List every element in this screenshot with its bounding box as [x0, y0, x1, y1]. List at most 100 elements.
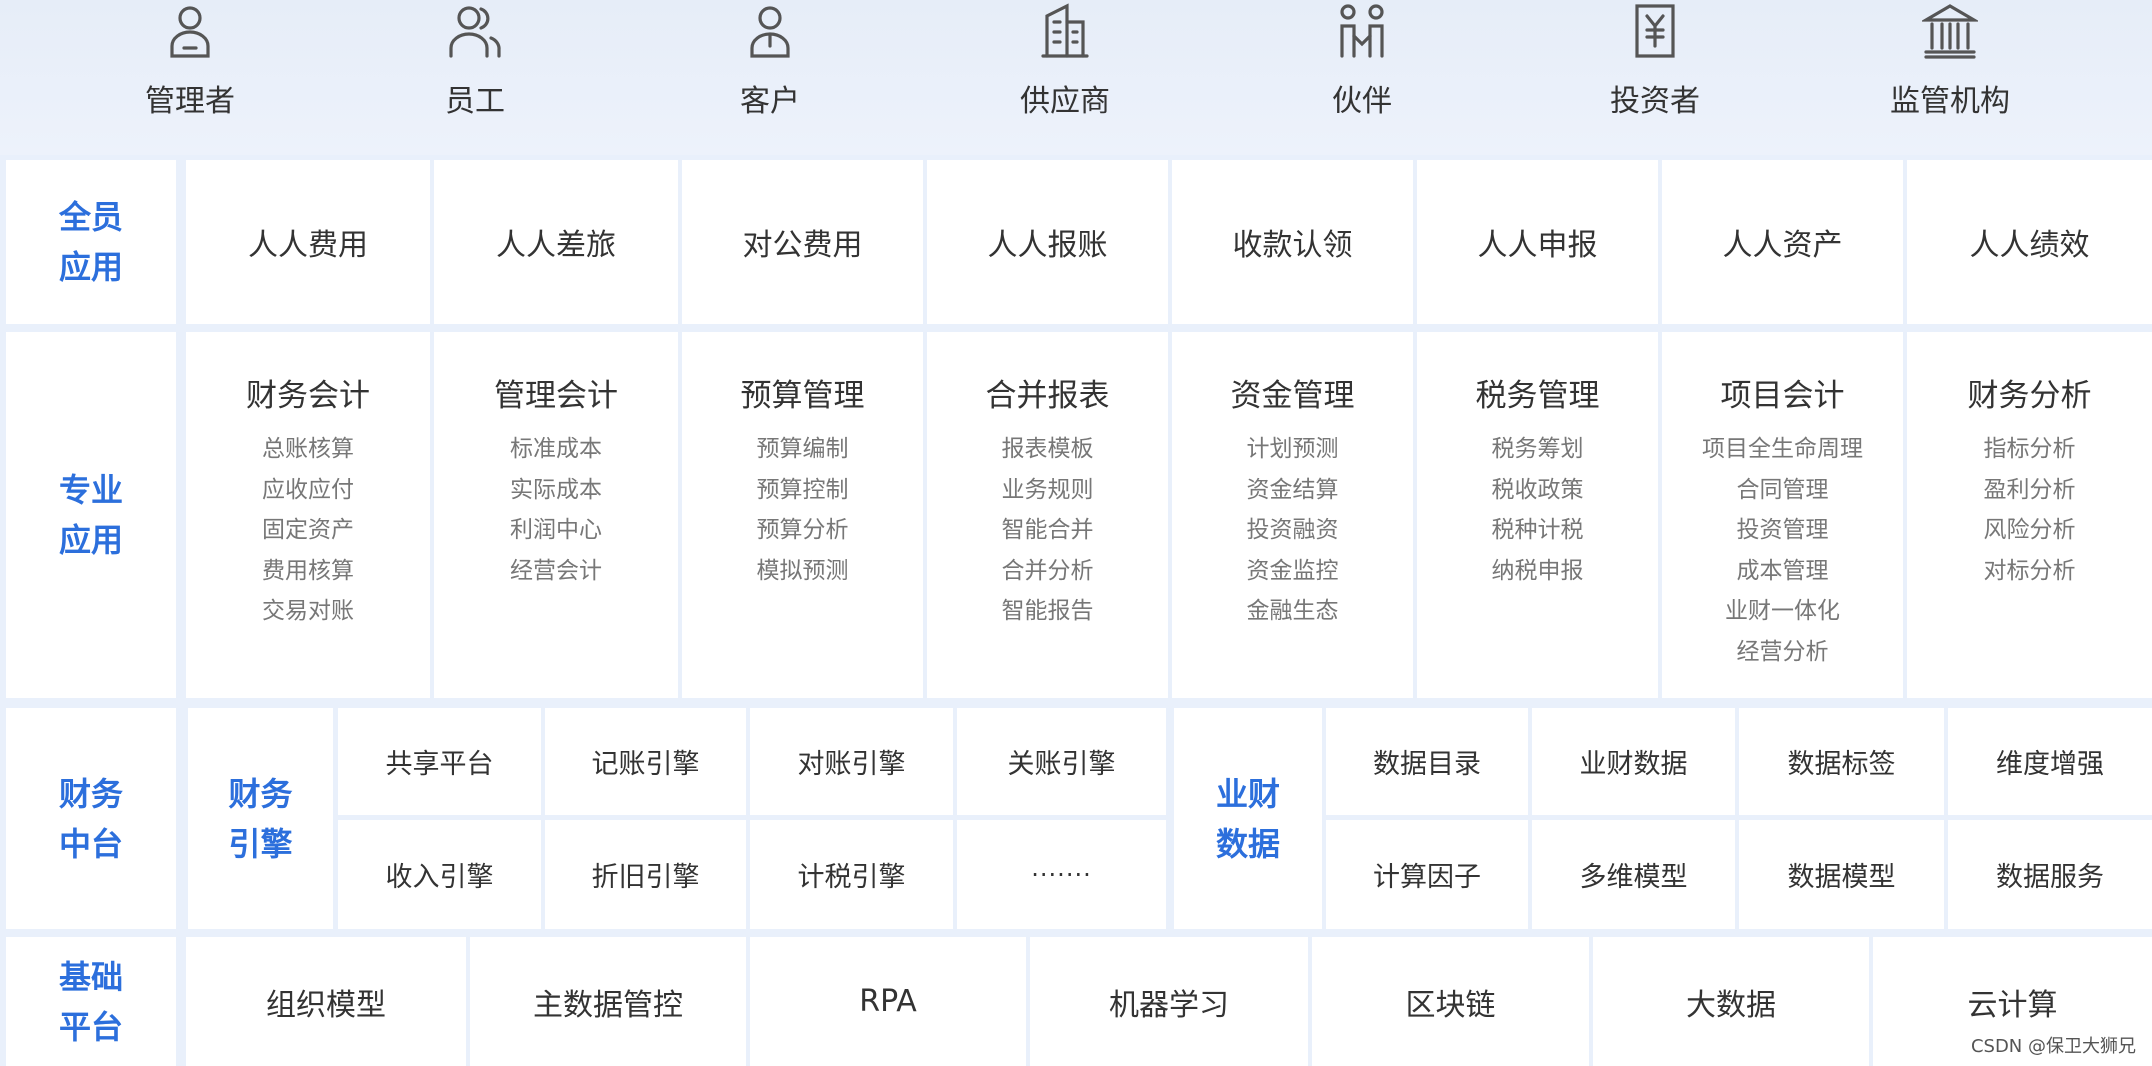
module-item: 资金监控 [1246, 557, 1339, 584]
module-item: 风险分析 [1983, 517, 2076, 543]
manager-icon [170, 6, 210, 58]
all-staff-app[interactable]: 收款认领 [1172, 160, 1413, 324]
module-item: 计划预测 [1246, 436, 1339, 462]
module-item: 总账核算 [262, 436, 354, 462]
stakeholder-manager: 管理者 [90, 0, 290, 155]
module-item: 投资融资 [1246, 517, 1339, 543]
base-platform-item[interactable]: RPA [750, 937, 1026, 1066]
module-item: 预算控制 [756, 476, 849, 503]
row-label-text: 基础平台 [58, 957, 123, 1046]
sub-label-text: 财务引擎 [228, 774, 293, 863]
module-item: 应收应付 [262, 476, 354, 503]
module-title: 财务会计 [246, 378, 370, 414]
watermark-text: CSDN @保卫大狮兄 [1968, 1032, 2138, 1058]
professional-module-consolidation[interactable]: 合并报表 报表模板 业务规则 智能合并 合并分析 智能报告 [927, 332, 1168, 698]
row-label-all-staff: 全员应用 [6, 160, 176, 324]
engine-item[interactable]: 对账引擎 [750, 708, 953, 815]
professional-module-financial-accounting[interactable]: 财务会计 总账核算 应收应付 固定资产 费用核算 交易对账 [186, 332, 430, 698]
engine-item[interactable]: 共享平台 [338, 708, 541, 815]
data-item[interactable]: 数据服务 [1948, 820, 2152, 929]
module-item: 税务筹划 [1491, 436, 1584, 462]
stakeholder-regulator: 监管机构 [1850, 0, 2050, 155]
stakeholder-customer: 客户 [670, 0, 870, 155]
module-item: 对标分析 [1983, 557, 2076, 584]
all-staff-app[interactable]: 人人资产 [1662, 160, 1903, 324]
stakeholder-label: 伙伴 [1332, 84, 1392, 119]
row-label-text: 专业应用 [58, 471, 123, 559]
module-item: 投资管理 [1736, 517, 1829, 543]
row-label-middle-platform: 财务中台 [6, 708, 176, 929]
engine-item[interactable]: 折旧引擎 [545, 820, 746, 929]
stakeholder-label: 客户 [740, 84, 800, 119]
stakeholder-employees: 员工 [375, 0, 575, 155]
all-staff-app[interactable]: 人人绩效 [1907, 160, 2152, 324]
base-platform-item[interactable]: 区块链 [1312, 937, 1589, 1066]
module-item: 经营分析 [1736, 638, 1829, 665]
module-title: 合并报表 [985, 378, 1110, 414]
stakeholder-supplier: 供应商 [965, 0, 1165, 155]
module-item: 业财一体化 [1725, 598, 1840, 624]
stakeholder-label: 员工 [445, 84, 505, 119]
data-item[interactable]: 业财数据 [1532, 708, 1735, 815]
sub-label-text: 业财数据 [1215, 774, 1280, 863]
row-label-text: 全员应用 [58, 198, 123, 286]
stakeholder-label: 监管机构 [1890, 84, 2010, 119]
all-staff-app[interactable]: 对公费用 [682, 160, 923, 324]
engine-item[interactable]: 记账引擎 [545, 708, 746, 815]
module-item: 交易对账 [262, 598, 354, 624]
all-staff-app[interactable]: 人人费用 [186, 160, 430, 324]
module-item: 预算分析 [756, 517, 849, 543]
data-item[interactable]: 计算因子 [1326, 820, 1528, 929]
module-item: 资金结算 [1246, 476, 1339, 503]
stakeholder-investor: 投资者 [1555, 0, 1755, 155]
module-item: 标准成本 [510, 436, 602, 462]
module-item: 利润中心 [510, 517, 602, 543]
engine-item[interactable]: 计税引擎 [750, 820, 953, 929]
module-item: 项目全生命周理 [1702, 436, 1863, 462]
data-item[interactable]: 多维模型 [1532, 820, 1735, 929]
module-item: 金融生态 [1246, 598, 1339, 624]
base-platform-item[interactable]: 大数据 [1593, 937, 1869, 1066]
row-label-professional: 专业应用 [6, 332, 176, 698]
engine-item-more[interactable]: ······· [957, 820, 1166, 929]
module-title: 税务管理 [1475, 378, 1600, 414]
module-item: 业务规则 [1001, 476, 1094, 503]
all-staff-app[interactable]: 人人报账 [927, 160, 1168, 324]
supplier-building-icon [1041, 3, 1089, 58]
data-item[interactable]: 数据目录 [1326, 708, 1528, 815]
base-platform-item[interactable]: 主数据管控 [470, 937, 746, 1066]
base-platform-item[interactable]: 机器学习 [1030, 937, 1308, 1066]
module-item: 预算编制 [756, 436, 849, 462]
base-platform-item[interactable]: 组织模型 [186, 937, 466, 1066]
data-item[interactable]: 数据标签 [1739, 708, 1944, 815]
employees-icon [449, 6, 501, 58]
module-title: 项目会计 [1720, 378, 1845, 414]
row-label-text: 财务中台 [58, 774, 123, 863]
stakeholder-label: 供应商 [1020, 84, 1110, 119]
stakeholder-label: 投资者 [1610, 84, 1700, 119]
module-item: 税种计税 [1491, 517, 1584, 543]
professional-module-management-accounting[interactable]: 管理会计 标准成本 实际成本 利润中心 经营会计 [434, 332, 678, 698]
all-staff-app[interactable]: 人人差旅 [434, 160, 678, 324]
customer-icon [750, 6, 790, 58]
module-item: 纳税申报 [1491, 557, 1584, 584]
module-item: 费用核算 [262, 557, 354, 584]
data-item[interactable]: 数据模型 [1739, 820, 1944, 929]
stakeholder-label: 管理者 [145, 84, 235, 119]
module-item: 智能报告 [1001, 598, 1094, 624]
engine-item[interactable]: 关账引擎 [957, 708, 1166, 815]
row-label-base-platform: 基础平台 [6, 937, 176, 1066]
module-item: 报表模板 [1001, 436, 1094, 462]
regulator-bank-icon [1922, 4, 1978, 59]
investor-yen-icon [1635, 4, 1675, 58]
stakeholder-partners: 伙伴 [1262, 0, 1462, 155]
professional-module-budget[interactable]: 预算管理 预算编制 预算控制 预算分析 模拟预测 [682, 332, 923, 698]
all-staff-app[interactable]: 人人申报 [1417, 160, 1658, 324]
professional-module-project-accounting[interactable]: 项目会计 项目全生命周理 合同管理 投资管理 成本管理 业财一体化 经营分析 [1662, 332, 1903, 698]
professional-module-tax[interactable]: 税务管理 税务筹划 税收政策 税种计税 纳税申报 [1417, 332, 1658, 698]
sub-label-business-finance-data: 业财数据 [1174, 708, 1322, 929]
professional-module-financial-analysis[interactable]: 财务分析 指标分析 盈利分析 风险分析 对标分析 [1907, 332, 2152, 698]
data-item[interactable]: 维度增强 [1948, 708, 2152, 815]
professional-module-treasury[interactable]: 资金管理 计划预测 资金结算 投资融资 资金监控 金融生态 [1172, 332, 1413, 698]
engine-item[interactable]: 收入引擎 [338, 820, 541, 929]
